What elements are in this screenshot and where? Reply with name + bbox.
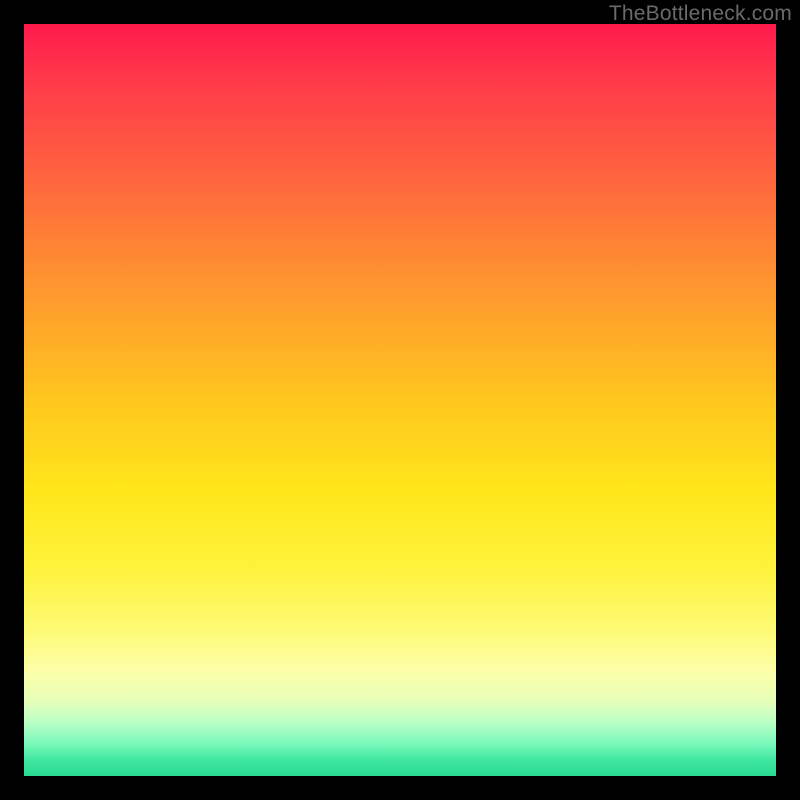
plot-area bbox=[24, 24, 776, 776]
background-gradient bbox=[24, 24, 776, 776]
watermark-text: TheBottleneck.com bbox=[609, 2, 792, 26]
chart-frame: TheBottleneck.com bbox=[0, 0, 800, 800]
